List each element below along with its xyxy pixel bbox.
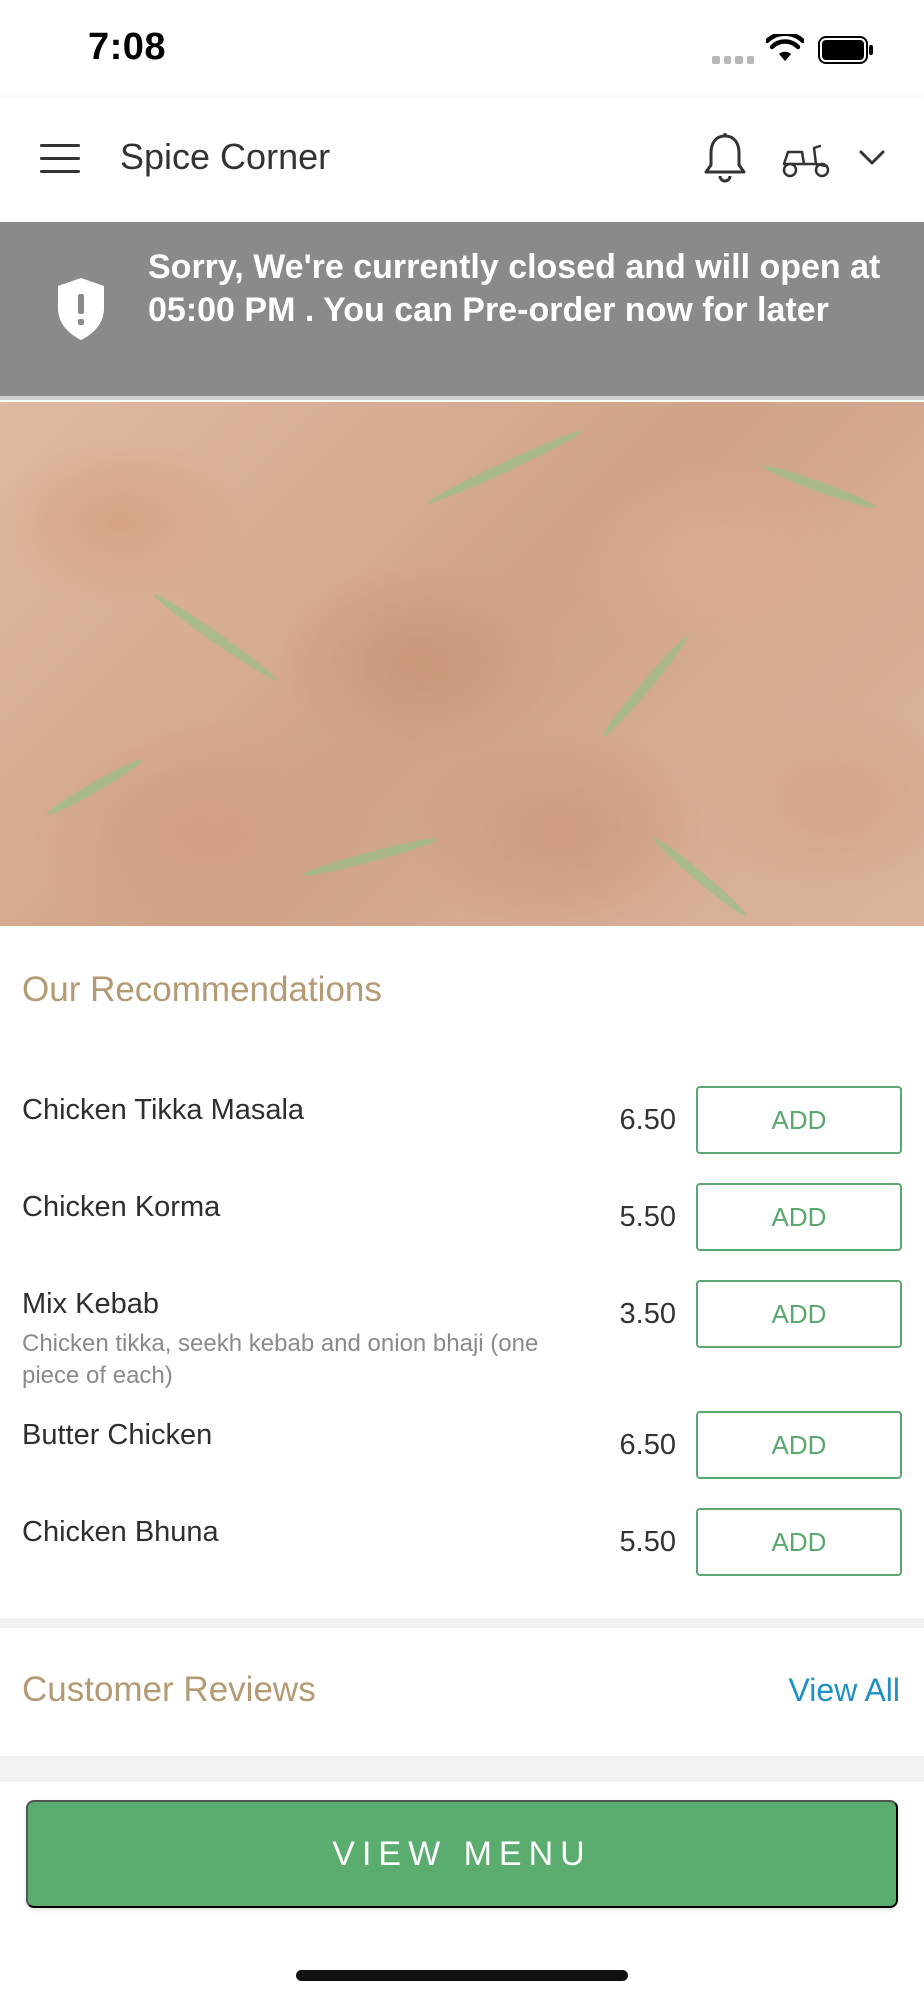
item-price: 5.50 — [619, 1201, 676, 1233]
item-name: Chicken Tikka Masala — [22, 1094, 305, 1126]
item-description: Chicken tikka, seekh kebab and onion bha… — [22, 1330, 539, 1389]
customer-reviews-title: Customer Reviews — [22, 1670, 316, 1709]
item-name: Chicken Bhuna — [22, 1516, 219, 1548]
store-closed-banner: Sorry, We're currently closed and will o… — [0, 222, 924, 400]
section-divider — [0, 1618, 924, 1628]
chevron-down-icon[interactable] — [858, 146, 886, 168]
food-hero-image — [0, 402, 924, 926]
view-menu-button[interactable]: VIEW MENU — [26, 1800, 898, 1908]
cellular-signal-icon — [712, 56, 754, 64]
hamburger-menu-icon[interactable] — [40, 144, 80, 174]
view-all-reviews-link[interactable]: View All — [789, 1672, 900, 1709]
item-name: Mix Kebab — [22, 1288, 160, 1320]
battery-icon — [818, 36, 873, 64]
item-price: 6.50 — [619, 1104, 676, 1136]
item-price: 3.50 — [619, 1298, 676, 1330]
wifi-icon — [766, 34, 804, 61]
add-button[interactable]: ADD — [696, 1086, 902, 1154]
item-name: Chicken Korma — [22, 1191, 221, 1223]
closed-message: Sorry, We're currently closed and will o… — [148, 248, 881, 329]
restaurant-title: Spice Corner — [120, 136, 331, 177]
item-price: 6.50 — [619, 1429, 676, 1461]
status-time: 7:08 — [88, 26, 167, 68]
add-button[interactable]: ADD — [696, 1183, 902, 1251]
add-button[interactable]: ADD — [696, 1508, 902, 1576]
scooter-icon[interactable] — [780, 140, 832, 178]
section-divider — [0, 1756, 924, 1782]
app-header: Spice Corner — [0, 98, 924, 222]
recommendations-title: Our Recommendations — [22, 970, 382, 1009]
shield-alert-icon — [58, 278, 104, 340]
item-name: Butter Chicken — [22, 1419, 213, 1451]
status-bar: 7:08 — [0, 0, 924, 98]
item-price: 5.50 — [619, 1526, 676, 1558]
add-button[interactable]: ADD — [696, 1280, 902, 1348]
add-button[interactable]: ADD — [696, 1411, 902, 1479]
bell-icon[interactable] — [702, 132, 748, 184]
home-indicator — [296, 1970, 628, 1981]
